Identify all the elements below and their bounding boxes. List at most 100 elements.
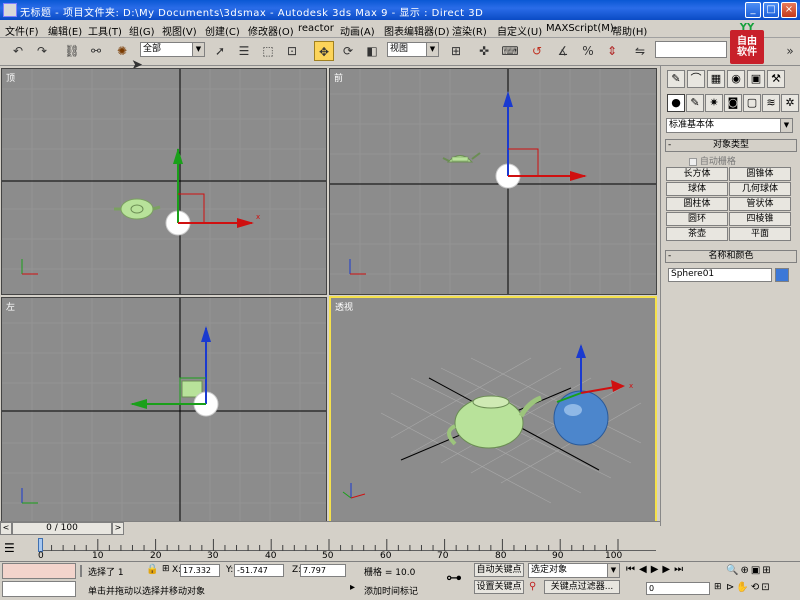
menu-edit[interactable]: 编辑(E) — [48, 23, 82, 38]
maximize-viewport-icon[interactable]: ⊡ — [761, 582, 771, 593]
z-coord-input[interactable]: 7.797 — [300, 564, 346, 577]
zoom-extents-all-icon[interactable]: ⊞ — [762, 565, 772, 576]
track-view-icon[interactable]: ☰ — [4, 541, 15, 555]
viewport-left[interactable]: 左 — [1, 297, 327, 522]
keyboard-shortcut-icon[interactable]: ⌨ — [500, 41, 520, 61]
viewport-label-top[interactable]: 顶 — [6, 71, 15, 84]
space-warps-icon[interactable]: ≋ — [762, 94, 780, 112]
play-icon[interactable]: ▶ — [651, 564, 663, 575]
torus-button[interactable]: 圆环 — [666, 212, 728, 226]
set-key-button[interactable]: 设置关键点 — [474, 580, 524, 594]
track-bar[interactable]: ☰ 0 10 20 30 40 50 60 70 80 90 100 — [0, 535, 660, 561]
menu-animation[interactable]: 动画(A) — [340, 23, 375, 38]
object-name-input[interactable]: Sphere01 — [668, 268, 772, 282]
named-selection-input[interactable] — [655, 41, 727, 58]
move-icon[interactable]: ✥ — [314, 41, 334, 61]
next-frame-icon[interactable]: ▶ — [662, 564, 674, 575]
menu-create[interactable]: 创建(C) — [205, 23, 240, 38]
menu-views[interactable]: 视图(V) — [162, 23, 197, 38]
add-time-tag[interactable]: 添加时间标记 — [364, 584, 418, 597]
y-coord-input[interactable]: -51.747 — [234, 564, 284, 577]
name-color-rollout[interactable]: - 名称和颜色 — [665, 250, 797, 263]
rect-region-icon[interactable]: ⬚ — [258, 41, 278, 61]
box-button[interactable]: 长方体 — [666, 167, 728, 181]
key-icon[interactable]: ⊶ — [446, 568, 462, 587]
select-link-icon[interactable]: ⛓ — [62, 41, 82, 61]
object-color-swatch[interactable] — [775, 268, 789, 282]
teapot-button[interactable]: 茶壶 — [666, 227, 728, 241]
pivot-center-icon[interactable]: ⊞ — [446, 41, 466, 61]
menu-help[interactable]: 帮助(H) — [612, 23, 647, 38]
maxscript-listener-pink[interactable] — [2, 563, 76, 579]
category-combo[interactable]: 标准基本体 ▼ — [666, 118, 793, 133]
systems-icon[interactable]: ✲ — [781, 94, 799, 112]
menu-reactor[interactable]: reactor — [298, 23, 334, 34]
cameras-icon[interactable]: ◙ — [724, 94, 742, 112]
modify-tab-icon[interactable]: ⌒ — [687, 70, 705, 88]
ref-coord-combo[interactable]: 视图 ▼ — [387, 42, 439, 57]
maximize-button[interactable]: □ — [763, 2, 779, 18]
key-filter-combo[interactable]: 选定对象 ▼ — [528, 563, 620, 578]
window-crossing-icon[interactable]: ⊡ — [282, 41, 302, 61]
maxscript-listener-white[interactable] — [2, 581, 76, 597]
helpers-icon[interactable]: ▢ — [743, 94, 761, 112]
select-object-icon[interactable]: ➚ — [210, 41, 230, 61]
cone-button[interactable]: 圆锥体 — [729, 167, 791, 181]
geosphere-button[interactable]: 几何球体 — [729, 182, 791, 196]
display-tab-icon[interactable]: ▣ — [747, 70, 765, 88]
viewport-top[interactable]: x 顶 — [1, 68, 327, 295]
percent-snap-icon[interactable]: % — [578, 41, 598, 61]
menu-file[interactable]: 文件(F) — [5, 23, 39, 38]
redo-icon[interactable]: ↷ — [32, 41, 52, 61]
time-slider[interactable]: < 0 / 100 > — [0, 521, 660, 535]
viewport-front[interactable]: 前 — [329, 68, 657, 295]
menu-maxscript[interactable]: MAXScript(M) — [546, 23, 614, 34]
motion-tab-icon[interactable]: ◉ — [727, 70, 745, 88]
tube-button[interactable]: 管状体 — [729, 197, 791, 211]
time-prev-icon[interactable]: < — [0, 522, 12, 535]
arc-rotate-icon[interactable]: ⟲ — [751, 582, 761, 593]
select-manipulate-icon[interactable]: ✜ — [474, 41, 494, 61]
time-config-icon[interactable]: ⊞ — [714, 582, 722, 592]
geometry-icon[interactable]: ● — [667, 94, 685, 112]
time-marker[interactable] — [38, 538, 43, 552]
current-frame-input[interactable]: 0 — [646, 582, 710, 595]
zoom-icon[interactable]: 🔍 — [726, 565, 740, 576]
mirror-icon[interactable]: ⇋ — [630, 41, 650, 61]
menu-modifiers[interactable]: 修改器(O) — [248, 23, 294, 38]
goto-end-icon[interactable]: ⏭ — [674, 564, 687, 575]
scale-icon[interactable]: ◧ — [362, 41, 382, 61]
zoom-all-icon[interactable]: ⊕ — [740, 565, 750, 576]
hierarchy-tab-icon[interactable]: ▦ — [707, 70, 725, 88]
prev-frame-icon[interactable]: ◀ — [639, 564, 651, 575]
autogrid-checkbox[interactable]: 自动栅格 — [689, 154, 736, 167]
viewport-perspective[interactable]: x 透视 — [329, 296, 657, 524]
close-button[interactable]: × — [781, 2, 797, 18]
create-tab-icon[interactable]: ✎ — [667, 70, 685, 88]
sphere-button[interactable]: 球体 — [666, 182, 728, 196]
time-next-icon[interactable]: > — [112, 522, 124, 535]
abs-mode-icon[interactable]: ⊞ — [162, 564, 170, 574]
object-type-rollout[interactable]: - 对象类型 — [665, 139, 797, 152]
cylinder-button[interactable]: 圆柱体 — [666, 197, 728, 211]
spinner-snap-icon[interactable]: ⇕ — [602, 41, 622, 61]
fov-icon[interactable]: ⊳ — [726, 582, 736, 593]
menu-graph-editors[interactable]: 图表编辑器(D) — [384, 23, 450, 38]
pan-icon[interactable]: ✋ — [736, 582, 750, 593]
x-coord-input[interactable]: 17.332 — [180, 564, 220, 577]
rotate-icon[interactable]: ⟳ — [338, 41, 358, 61]
selection-filter-combo[interactable]: 全部 ▼ — [140, 42, 205, 57]
menu-customize[interactable]: 自定义(U) — [497, 23, 542, 38]
key-filters-button[interactable]: 关键点过滤器... — [544, 580, 620, 594]
goto-start-icon[interactable]: ⏮ — [626, 564, 639, 575]
time-slider-thumb[interactable]: 0 / 100 — [12, 522, 112, 535]
utilities-tab-icon[interactable]: ⚒ — [767, 70, 785, 88]
plane-button[interactable]: 平面 — [729, 227, 791, 241]
pyramid-button[interactable]: 四棱锥 — [729, 212, 791, 226]
lock-icon[interactable]: 🔒 — [146, 564, 158, 575]
undo-icon[interactable]: ↶ — [8, 41, 28, 61]
snaps-toggle-icon[interactable]: ↺ — [527, 41, 547, 61]
lights-icon[interactable]: ✷ — [705, 94, 723, 112]
menu-tools[interactable]: 工具(T) — [88, 23, 122, 38]
minimize-button[interactable]: _ — [745, 2, 761, 18]
